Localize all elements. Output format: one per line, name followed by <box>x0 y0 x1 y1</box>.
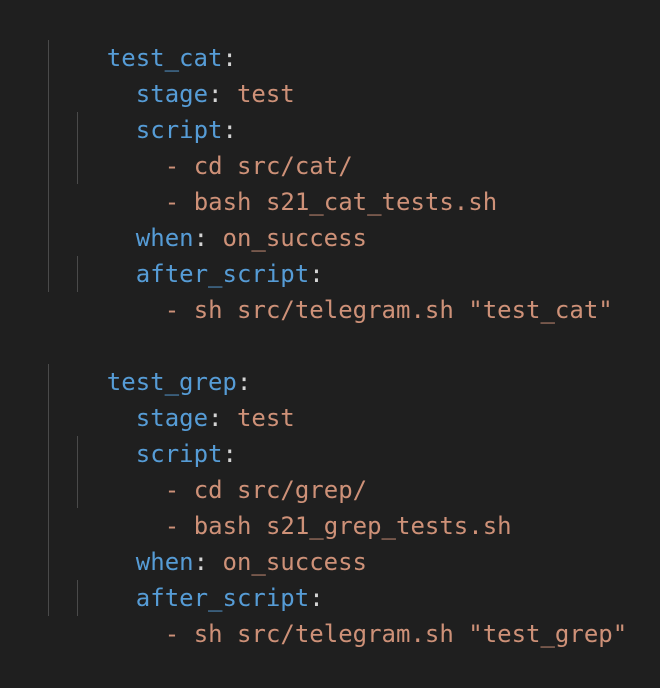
job-name-line: test_cat: <box>49 4 237 72</box>
when-line: when: on_success <box>78 184 367 252</box>
list-dash: - <box>164 296 194 324</box>
script-item-line: - bash s21_cat_tests.sh <box>107 148 497 216</box>
list-dash: - <box>164 620 194 648</box>
script-item-line: - cd src/grep/ <box>107 436 367 504</box>
after-script-item-line: - sh src/telegram.sh "test_cat" <box>107 256 613 324</box>
after-script-item-line: - sh src/telegram.sh "test_grep" <box>107 580 627 648</box>
job-name-line: test_grep: <box>49 328 252 396</box>
code-editor[interactable]: test_cat: stage: test script: - cd src/c… <box>0 0 660 648</box>
stage-line: stage: test <box>78 40 295 108</box>
after-script-line: after_script: <box>78 544 324 612</box>
after-script-line: after_script: <box>78 220 324 288</box>
stage-value: test <box>236 404 295 432</box>
stage-line: stage: test <box>78 364 295 432</box>
script-line: script: <box>78 400 237 468</box>
stage-value: test <box>236 80 295 108</box>
script-line: script: <box>78 76 237 144</box>
script-item-line: - bash s21_grep_tests.sh <box>107 472 512 540</box>
after-script-item: sh src/telegram.sh "test_cat" <box>193 296 613 324</box>
when-line: when: on_success <box>78 508 367 576</box>
after-script-item: sh src/telegram.sh "test_grep" <box>193 620 628 648</box>
script-item-line: - cd src/cat/ <box>107 112 353 180</box>
